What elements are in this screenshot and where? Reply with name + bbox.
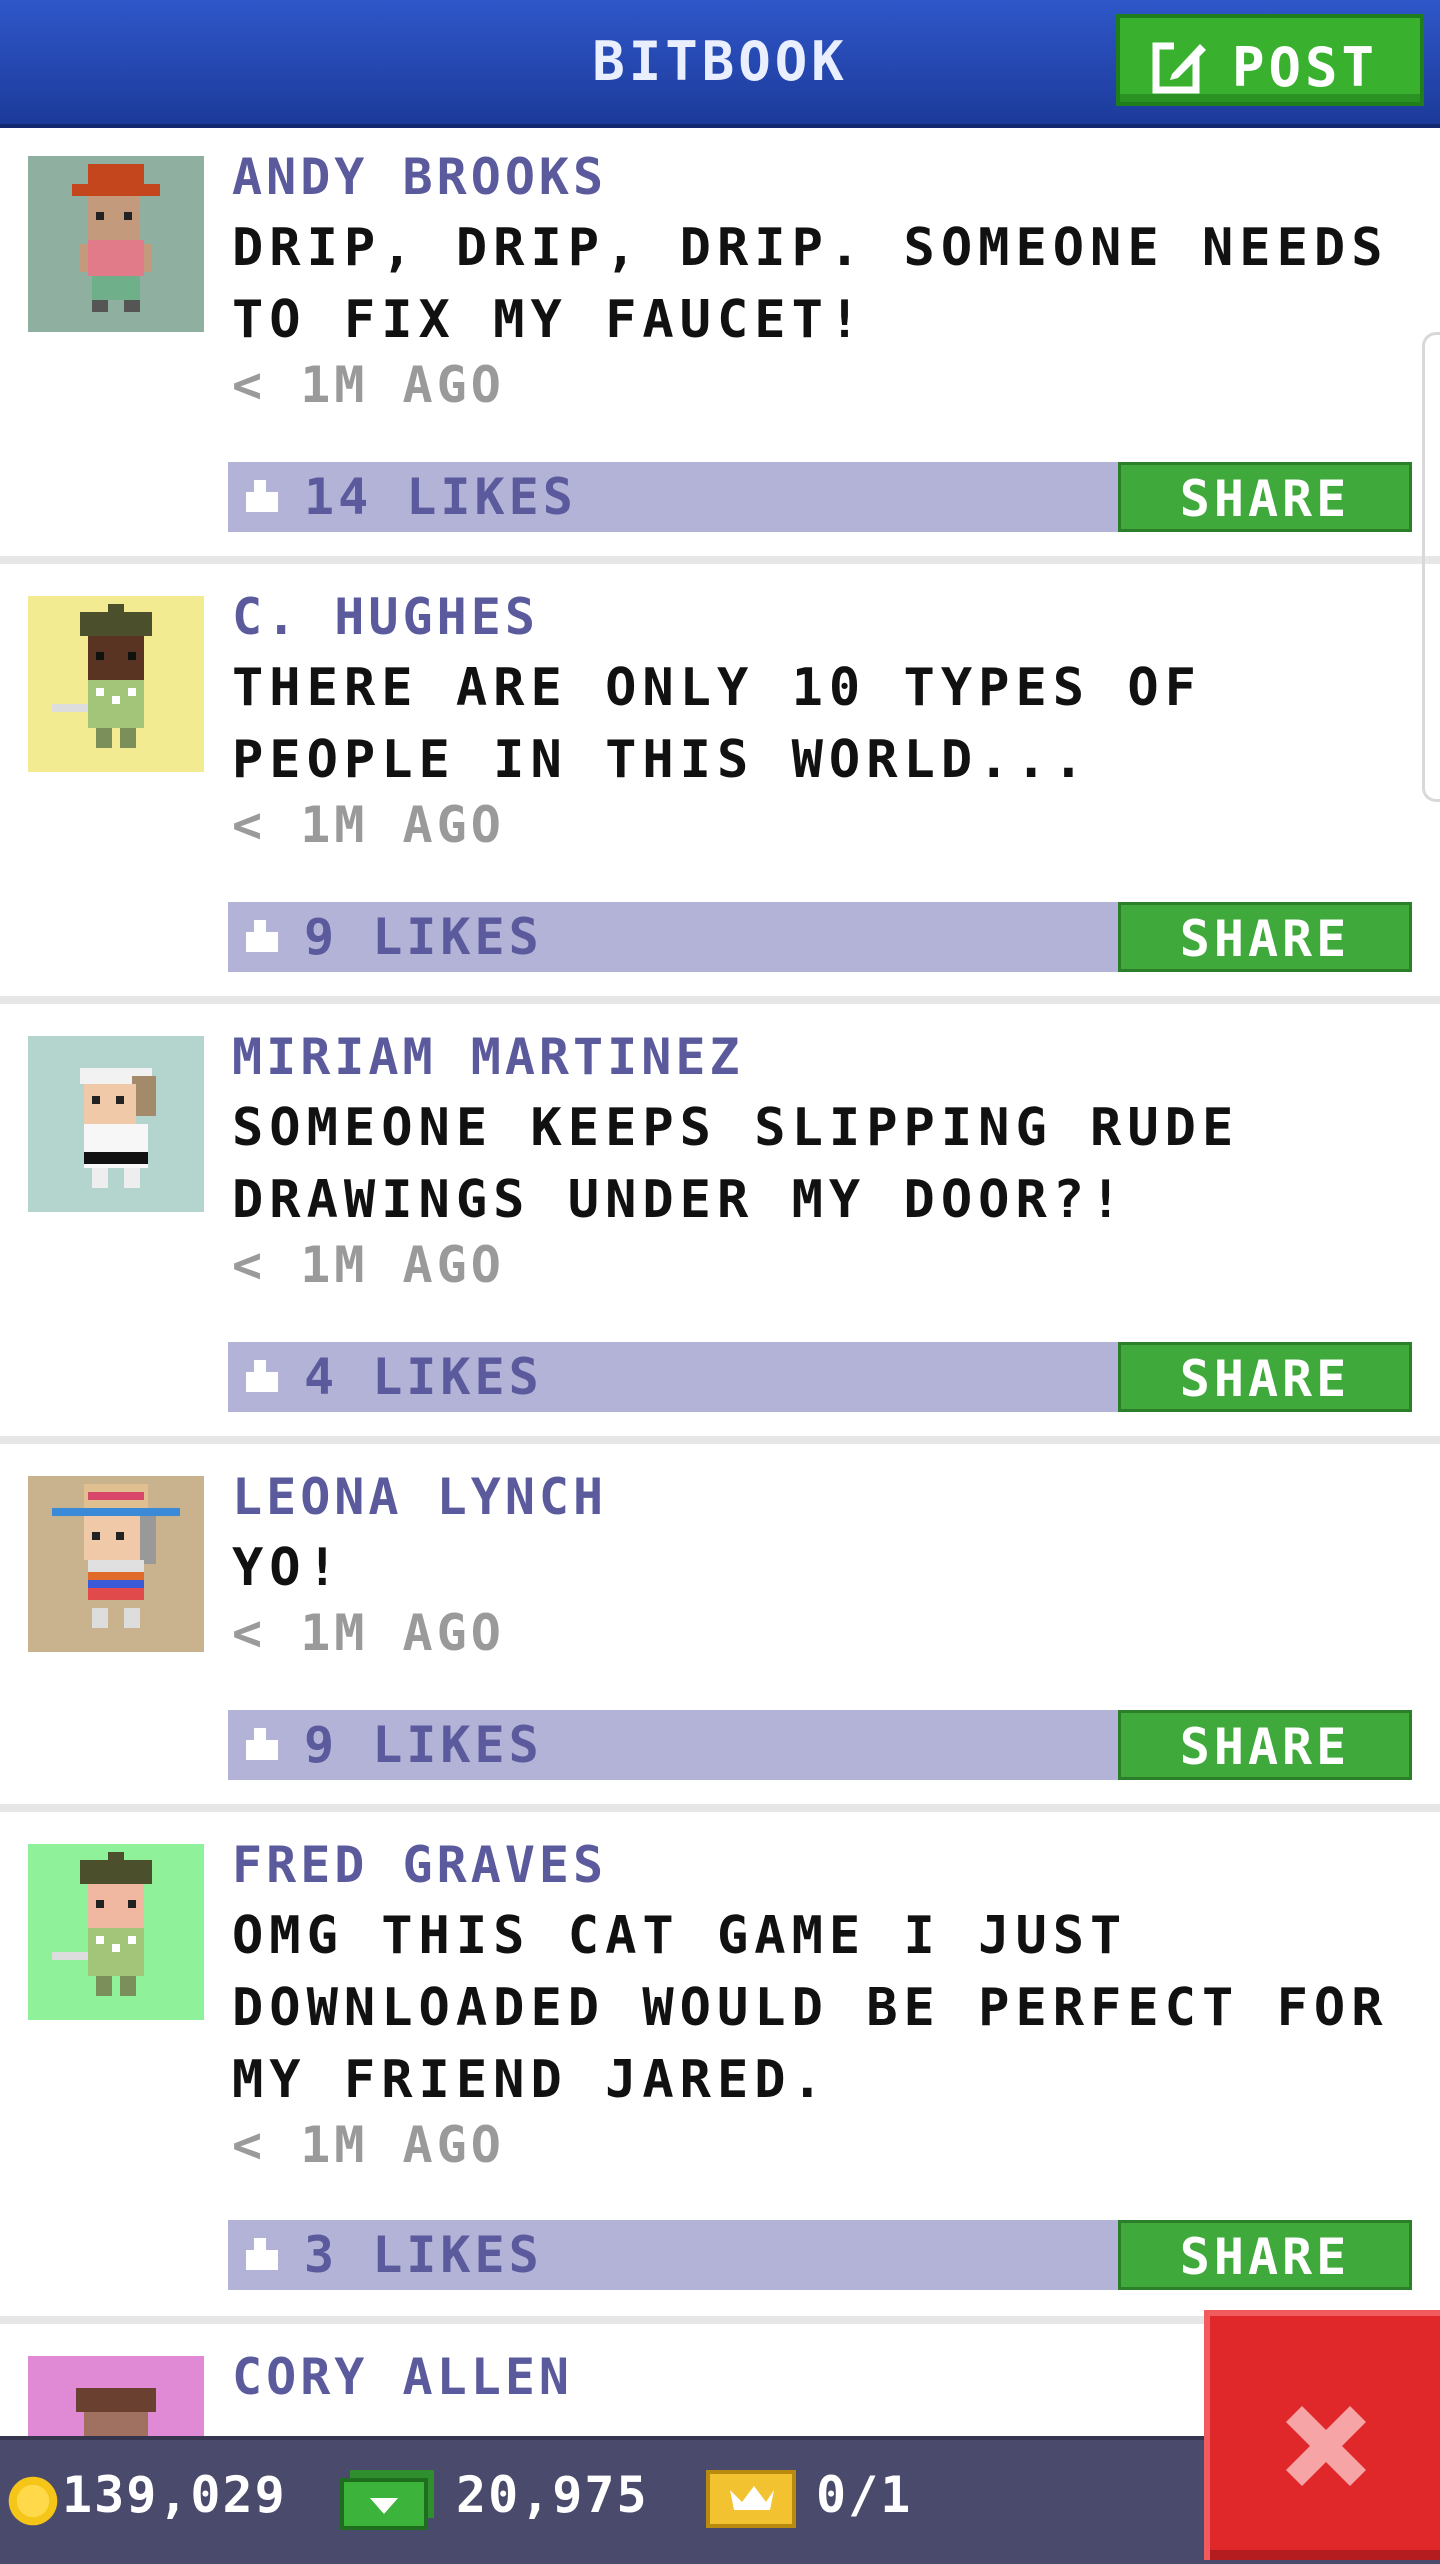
- avatar[interactable]: [28, 1476, 204, 1652]
- likes-bar: 9 LIKES SHARE: [228, 902, 1412, 972]
- share-button[interactable]: SHARE: [1118, 1342, 1412, 1412]
- post-message: THERE ARE ONLY 10 TYPES OF PEOPLE IN THI…: [232, 658, 1202, 790]
- post-message: DRIP, DRIP, DRIP. SOMEONE NEEDS TO FIX M…: [232, 218, 1389, 350]
- likes-count: 9 LIKES: [304, 908, 543, 966]
- likes-bar: 3 LIKES SHARE: [228, 2220, 1412, 2290]
- likes-bar: 4 LIKES SHARE: [228, 1342, 1412, 1412]
- thumbs-up-icon[interactable]: [242, 476, 282, 516]
- post-time: < 1M AGO: [232, 356, 505, 414]
- post-divider: [0, 1436, 1440, 1444]
- thumbs-up-icon[interactable]: [242, 916, 282, 956]
- vip-ticket-icon: [706, 2470, 796, 2528]
- post-author[interactable]: LEONA LYNCH: [232, 1468, 607, 1526]
- avatar[interactable]: [28, 2356, 204, 2436]
- avatar[interactable]: [28, 596, 204, 772]
- post-message: OMG THIS CAT GAME I JUST DOWNLOADED WOUL…: [232, 1906, 1389, 2110]
- share-button[interactable]: SHARE: [1118, 2220, 1412, 2290]
- avatar[interactable]: [28, 156, 204, 332]
- post-author[interactable]: C. HUGHES: [232, 588, 539, 646]
- bux-icon: [340, 2470, 434, 2530]
- post-divider: [0, 556, 1440, 564]
- post-time: < 1M AGO: [232, 2116, 505, 2174]
- post-message: YO!: [232, 1538, 344, 1598]
- share-button[interactable]: SHARE: [1118, 902, 1412, 972]
- close-button[interactable]: [1204, 2310, 1440, 2560]
- share-label: SHARE: [1179, 470, 1351, 528]
- bux-value: 20,975: [456, 2466, 649, 2524]
- app-header: BITBOOK POST: [0, 0, 1440, 128]
- thumbs-up-icon[interactable]: [242, 1356, 282, 1396]
- post-divider: [0, 1804, 1440, 1812]
- post-divider: [0, 996, 1440, 1004]
- post-time: < 1M AGO: [232, 1604, 505, 1662]
- thumbs-up-icon[interactable]: [242, 1724, 282, 1764]
- share-label: SHARE: [1179, 1350, 1351, 1408]
- likes-count: 14 LIKES: [304, 468, 577, 526]
- coins-value: 139,029: [62, 2466, 287, 2524]
- avatar[interactable]: [28, 1844, 204, 2020]
- thumbs-up-icon[interactable]: [242, 2234, 282, 2274]
- share-label: SHARE: [1179, 2228, 1351, 2286]
- share-button[interactable]: SHARE: [1118, 462, 1412, 532]
- post-time: < 1M AGO: [232, 796, 505, 854]
- scrollbar-thumb[interactable]: [1422, 332, 1440, 802]
- post-time: < 1M AGO: [232, 1236, 505, 1294]
- post-author[interactable]: CORY ALLEN: [232, 2348, 573, 2406]
- post-author[interactable]: ANDY BROOKS: [232, 148, 607, 206]
- likes-count: 4 LIKES: [304, 1348, 543, 1406]
- post-button[interactable]: POST: [1116, 14, 1424, 106]
- likes-count: 9 LIKES: [304, 1716, 543, 1774]
- avatar[interactable]: [28, 1036, 204, 1212]
- likes-count: 3 LIKES: [304, 2226, 543, 2284]
- share-button[interactable]: SHARE: [1118, 1710, 1412, 1780]
- compose-icon: [1152, 40, 1206, 94]
- share-label: SHARE: [1179, 1718, 1351, 1776]
- post-author[interactable]: MIRIAM MARTINEZ: [232, 1028, 744, 1086]
- post-button-label: POST: [1232, 36, 1379, 99]
- coin-icon: [8, 2476, 58, 2526]
- tickets-value: 0/1: [816, 2466, 913, 2524]
- post-author[interactable]: FRED GRAVES: [232, 1836, 607, 1894]
- share-label: SHARE: [1179, 910, 1351, 968]
- likes-bar: 14 LIKES SHARE: [228, 462, 1412, 532]
- close-icon: [1286, 2406, 1366, 2486]
- post-message: SOMEONE KEEPS SLIPPING RUDE DRAWINGS UND…: [232, 1098, 1240, 1230]
- likes-bar: 9 LIKES SHARE: [228, 1710, 1412, 1780]
